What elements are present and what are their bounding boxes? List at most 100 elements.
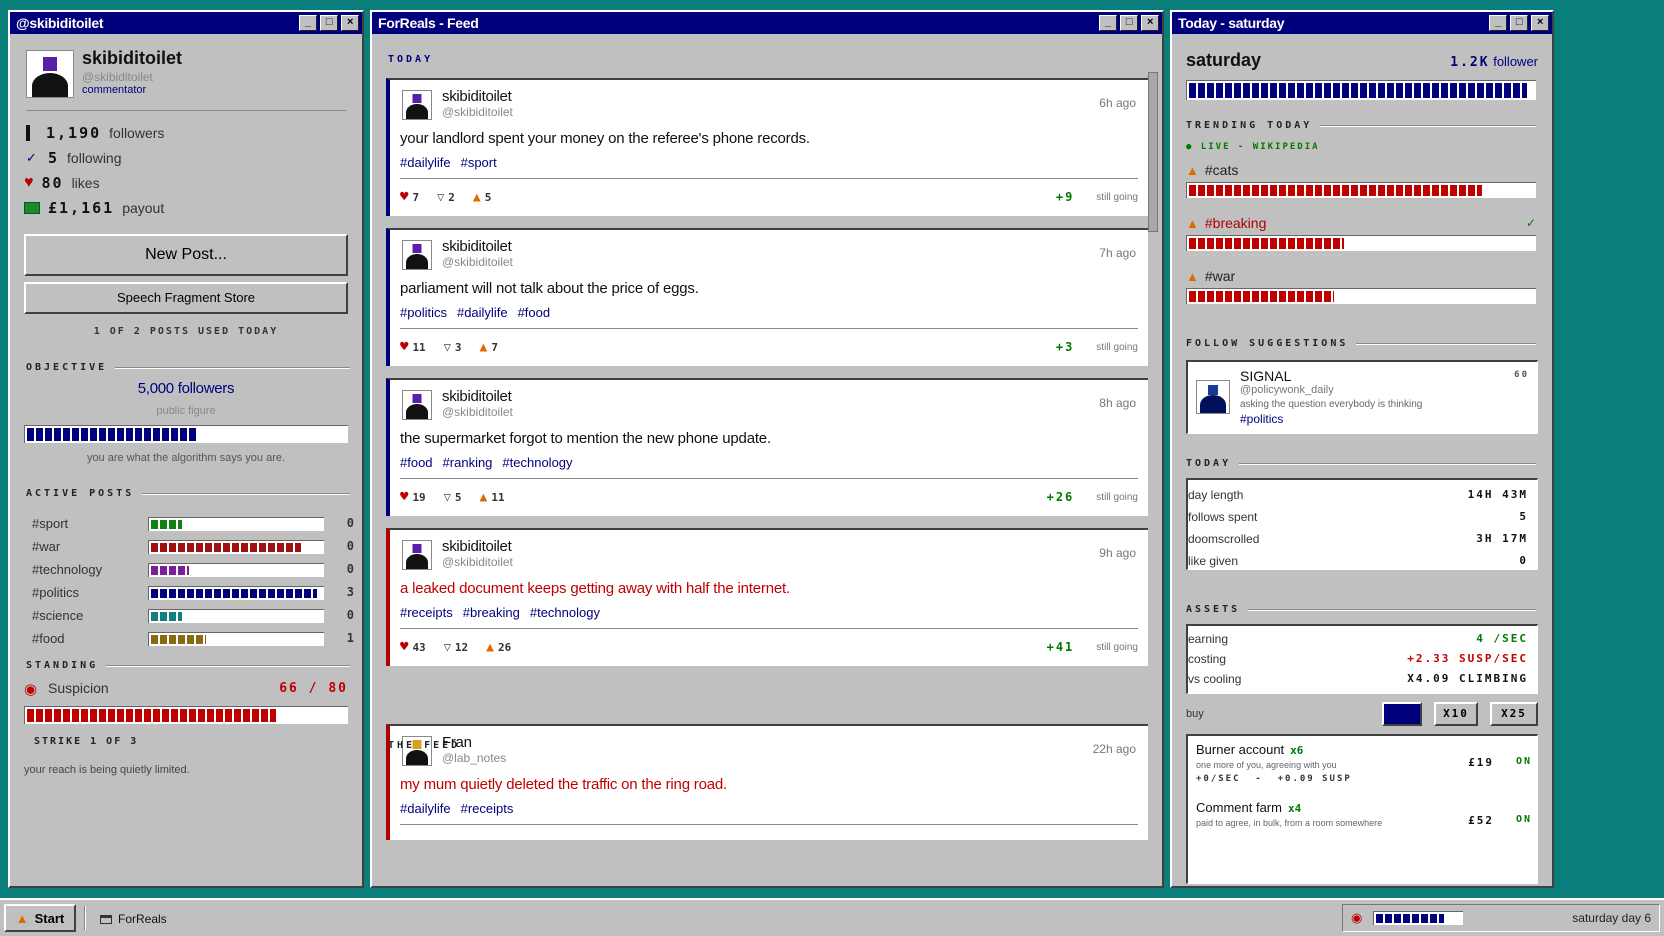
suggestion-tag[interactable]: #politics: [1240, 412, 1283, 426]
reply-icon[interactable]: ▽: [444, 640, 451, 654]
heart-icon[interactable]: ♥: [400, 639, 408, 655]
feed-window-title: ForReals - Feed: [378, 15, 479, 31]
suggestion-desc: asking the question everybody is thinkin…: [1240, 399, 1423, 410]
buy-x25-button[interactable]: X25: [1490, 702, 1538, 726]
reply-icon[interactable]: ▽: [437, 190, 444, 204]
reply-icon[interactable]: ▽: [444, 490, 451, 504]
post-tag-link[interactable]: #dailylife: [400, 801, 451, 816]
post-replies: 2: [448, 190, 455, 204]
shop-item[interactable]: Burner account x6 one more of you, agreein…: [1196, 742, 1532, 796]
minimize-icon[interactable]: _: [299, 15, 317, 31]
close-icon[interactable]: ×: [1141, 15, 1159, 31]
post-author[interactable]: skibiditoilet: [442, 538, 512, 555]
post-tag-link[interactable]: #breaking: [463, 605, 520, 620]
day-name: saturday: [1186, 50, 1262, 70]
post-handle: @skibiditoilet: [442, 555, 513, 569]
post-tag-link[interactable]: #dailylife: [400, 155, 451, 170]
post-avatar[interactable]: [402, 540, 432, 570]
trend-item[interactable]: ▲ #war: [1186, 268, 1536, 304]
post-author[interactable]: skibiditoilet: [442, 88, 512, 105]
profile-titlebar[interactable]: @skibiditoilet _ □ ×: [10, 12, 362, 34]
shop-item-desc: one more of you, agreeing with you: [1196, 760, 1337, 770]
flame-icon[interactable]: ▲: [486, 640, 494, 655]
post-tags: #dailylife #sport: [400, 155, 507, 170]
today-stat-value: 5: [1519, 510, 1528, 523]
heart-icon[interactable]: ♥: [400, 489, 408, 505]
post-tag-link[interactable]: #ranking: [443, 455, 493, 470]
reply-icon[interactable]: ▽: [444, 340, 451, 354]
post-tag-link[interactable]: #dailylife: [457, 305, 508, 320]
taskbar-item-forreals[interactable]: ForReals: [100, 908, 167, 930]
post-stats: ♥ 43 ▽ 12 ▲ 26 +41 still going: [400, 638, 1138, 656]
speech-fragment-store-button[interactable]: Speech Fragment Store: [24, 282, 348, 314]
post-stats: ♥ 19 ▽ 5 ▲ 11 +26 still going: [400, 488, 1138, 506]
post-author[interactable]: skibiditoilet: [442, 238, 512, 255]
flame-icon[interactable]: ▲: [480, 340, 488, 355]
minimize-icon[interactable]: _: [1489, 15, 1507, 31]
stat-following: ✓ 5 following: [26, 149, 122, 167]
post-avatar[interactable]: [402, 240, 432, 270]
trend-item[interactable]: ▲ #breaking ✓: [1186, 215, 1536, 251]
post-shares: 5: [484, 190, 492, 204]
post-tag-link[interactable]: #sport: [461, 155, 497, 170]
buy-x10-button[interactable]: X10: [1434, 702, 1478, 726]
objective-progress-bar: [24, 425, 348, 443]
trend-item[interactable]: ▲ #cats: [1186, 162, 1536, 198]
feed-post[interactable]: Fran @lab_notes 22h ago my mum quietly dele…: [386, 724, 1148, 840]
feed-titlebar[interactable]: ForReals - Feed _ □ ×: [372, 12, 1162, 34]
post-avatar[interactable]: [402, 90, 432, 120]
feed-post[interactable]: skibiditoilet @skibiditoilet 7h ago parliam…: [386, 228, 1148, 366]
post-follower-gain: +9: [1055, 190, 1075, 204]
start-button[interactable]: ▲ Start: [4, 904, 76, 932]
trend-label: ▲ #war: [1186, 268, 1536, 284]
maximize-icon[interactable]: □: [320, 15, 338, 31]
post-likes: 43: [412, 640, 426, 654]
feed-post[interactable]: skibiditoilet @skibiditoilet 8h ago the sup…: [386, 378, 1148, 516]
post-handle: @skibiditoilet: [442, 405, 513, 419]
suggestion-name: SIGNAL: [1240, 368, 1292, 384]
post-tag-link[interactable]: #politics: [400, 305, 447, 320]
close-icon[interactable]: ×: [341, 15, 359, 31]
post-tags: #politics #dailylife #food: [400, 305, 560, 320]
post-tag-link[interactable]: #technology: [502, 455, 572, 470]
post-tag-link[interactable]: #technology: [530, 605, 600, 620]
minimize-icon[interactable]: _: [1099, 15, 1117, 31]
strike-label: STRIKE 1 OF 3: [34, 736, 139, 747]
heart-icon[interactable]: ♥: [400, 189, 408, 205]
shop-item-toggle[interactable]: ON: [1516, 756, 1532, 767]
post-avatar[interactable]: [402, 390, 432, 420]
flame-icon[interactable]: ▲: [480, 490, 488, 505]
shop-item-toggle[interactable]: ON: [1516, 814, 1532, 825]
profile-window-title: @skibiditoilet: [16, 15, 104, 31]
today-stat-label: day length: [1188, 488, 1244, 502]
active-post-bar: [148, 632, 324, 646]
heart-icon[interactable]: ♥: [400, 339, 408, 355]
today-titlebar[interactable]: Today - saturday _ □ ×: [1172, 12, 1552, 34]
maximize-icon[interactable]: □: [1510, 15, 1528, 31]
objective-note: you are what the algorithm says you are.: [86, 452, 286, 464]
post-handle: @skibiditoilet: [442, 105, 513, 119]
maximize-icon[interactable]: □: [1120, 15, 1138, 31]
trend-bar: [1186, 235, 1536, 251]
check-icon: ✓: [26, 150, 37, 165]
shop-item[interactable]: Comment farm x4 paid to agree, in bulk, fr…: [1196, 800, 1532, 854]
post-author[interactable]: skibiditoilet: [442, 388, 512, 405]
feed-post[interactable]: skibiditoilet @skibiditoilet 6h ago your la…: [386, 78, 1148, 216]
post-tag-link[interactable]: #food: [400, 455, 433, 470]
post-text: my mum quietly deleted the traffic on th…: [400, 776, 727, 793]
flame-icon[interactable]: ▲: [473, 190, 481, 205]
asset-row: earning 4 /SEC: [1188, 632, 1528, 646]
post-tag-link[interactable]: #receipts: [400, 605, 453, 620]
buy-x1-button[interactable]: X1: [1382, 702, 1422, 726]
feed-post[interactable]: skibiditoilet @skibiditoilet 9h ago a leake…: [386, 528, 1148, 666]
post-tag-link[interactable]: #receipts: [461, 801, 514, 816]
avatar: [26, 50, 74, 98]
suggestion-card[interactable]: SIGNAL @policywonk_daily asking the ques…: [1186, 360, 1538, 434]
feed-scrollbar[interactable]: [1148, 72, 1158, 232]
post-tag-link[interactable]: #food: [518, 305, 551, 320]
shop-item-name: Comment farm: [1196, 800, 1282, 815]
close-icon[interactable]: ×: [1531, 15, 1549, 31]
post-stats: ♥ 11 ▽ 3 ▲ 7 +3 still going: [400, 338, 1138, 356]
new-post-button[interactable]: New Post...: [24, 234, 348, 276]
asset-row: vs cooling X4.09 CLIMBING: [1188, 672, 1528, 686]
